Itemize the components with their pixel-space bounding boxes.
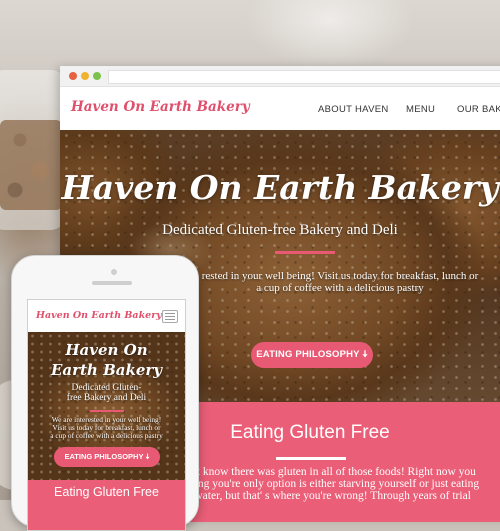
mobile-hero-description: We are interested in your well being! Vi… [50,415,163,440]
mobile-hero-section: Haven On Earth Bakery Dedicated Gluten- … [28,332,185,480]
mobile-site-header: Haven On Earth Bakery [28,300,185,332]
mobile-hero-subtitle: Dedicated Gluten- free Bakery and Deli [66,383,147,403]
background-granola [0,120,62,210]
section-body: idn't know there was gluten in all of th… [180,466,480,502]
mobile-site-logo[interactable]: Haven On Earth Bakery [36,310,162,321]
arrow-down-icon: 🠇 [145,452,150,461]
mobile-section-title: Eating Gluten Free [54,485,159,499]
eating-philosophy-button[interactable]: EATING PHILOSOPHY 🠇 [251,342,373,368]
site-header: Haven On Earth Bakery ABOUT HAVEN MENU O… [60,87,500,131]
browser-title-bar [60,66,500,87]
arrow-down-icon: 🠇 [362,349,368,360]
minimize-window-dot[interactable] [81,72,89,80]
phone-camera [111,269,117,275]
phone-speaker [92,281,132,285]
hamburger-menu-icon[interactable] [162,310,178,323]
hero-divider [275,251,335,254]
address-bar[interactable] [108,70,500,84]
mobile-hero-title: Haven On Earth Bakery [50,341,163,379]
nav-item-our-bakery[interactable]: OUR BAKI [457,104,500,115]
hero-description: rested in your well being! Visit us toda… [201,270,479,294]
phone-screen: Haven On Earth Bakery Haven On Earth Bak… [27,299,186,531]
site-logo[interactable]: Haven On Earth Bakery [71,99,250,115]
close-window-dot[interactable] [69,72,77,80]
hero-subtitle: Dedicated Gluten-free Bakery and Deli [162,222,398,238]
hero-title: Haven On Earth Bakery [61,168,499,207]
mobile-eating-philosophy-button[interactable]: EATING PHILOSOPHY 🠇 [54,447,160,467]
maximize-window-dot[interactable] [93,72,101,80]
mobile-phone-mockup: Haven On Earth Bakery Haven On Earth Bak… [11,255,199,531]
section-divider [276,457,346,460]
nav-item-menu[interactable]: MENU [406,104,435,115]
mobile-hero-divider [90,410,124,412]
nav-item-about-haven[interactable]: ABOUT HAVEN [318,104,389,115]
mobile-eating-gluten-free-section: Eating Gluten Free [28,480,185,530]
